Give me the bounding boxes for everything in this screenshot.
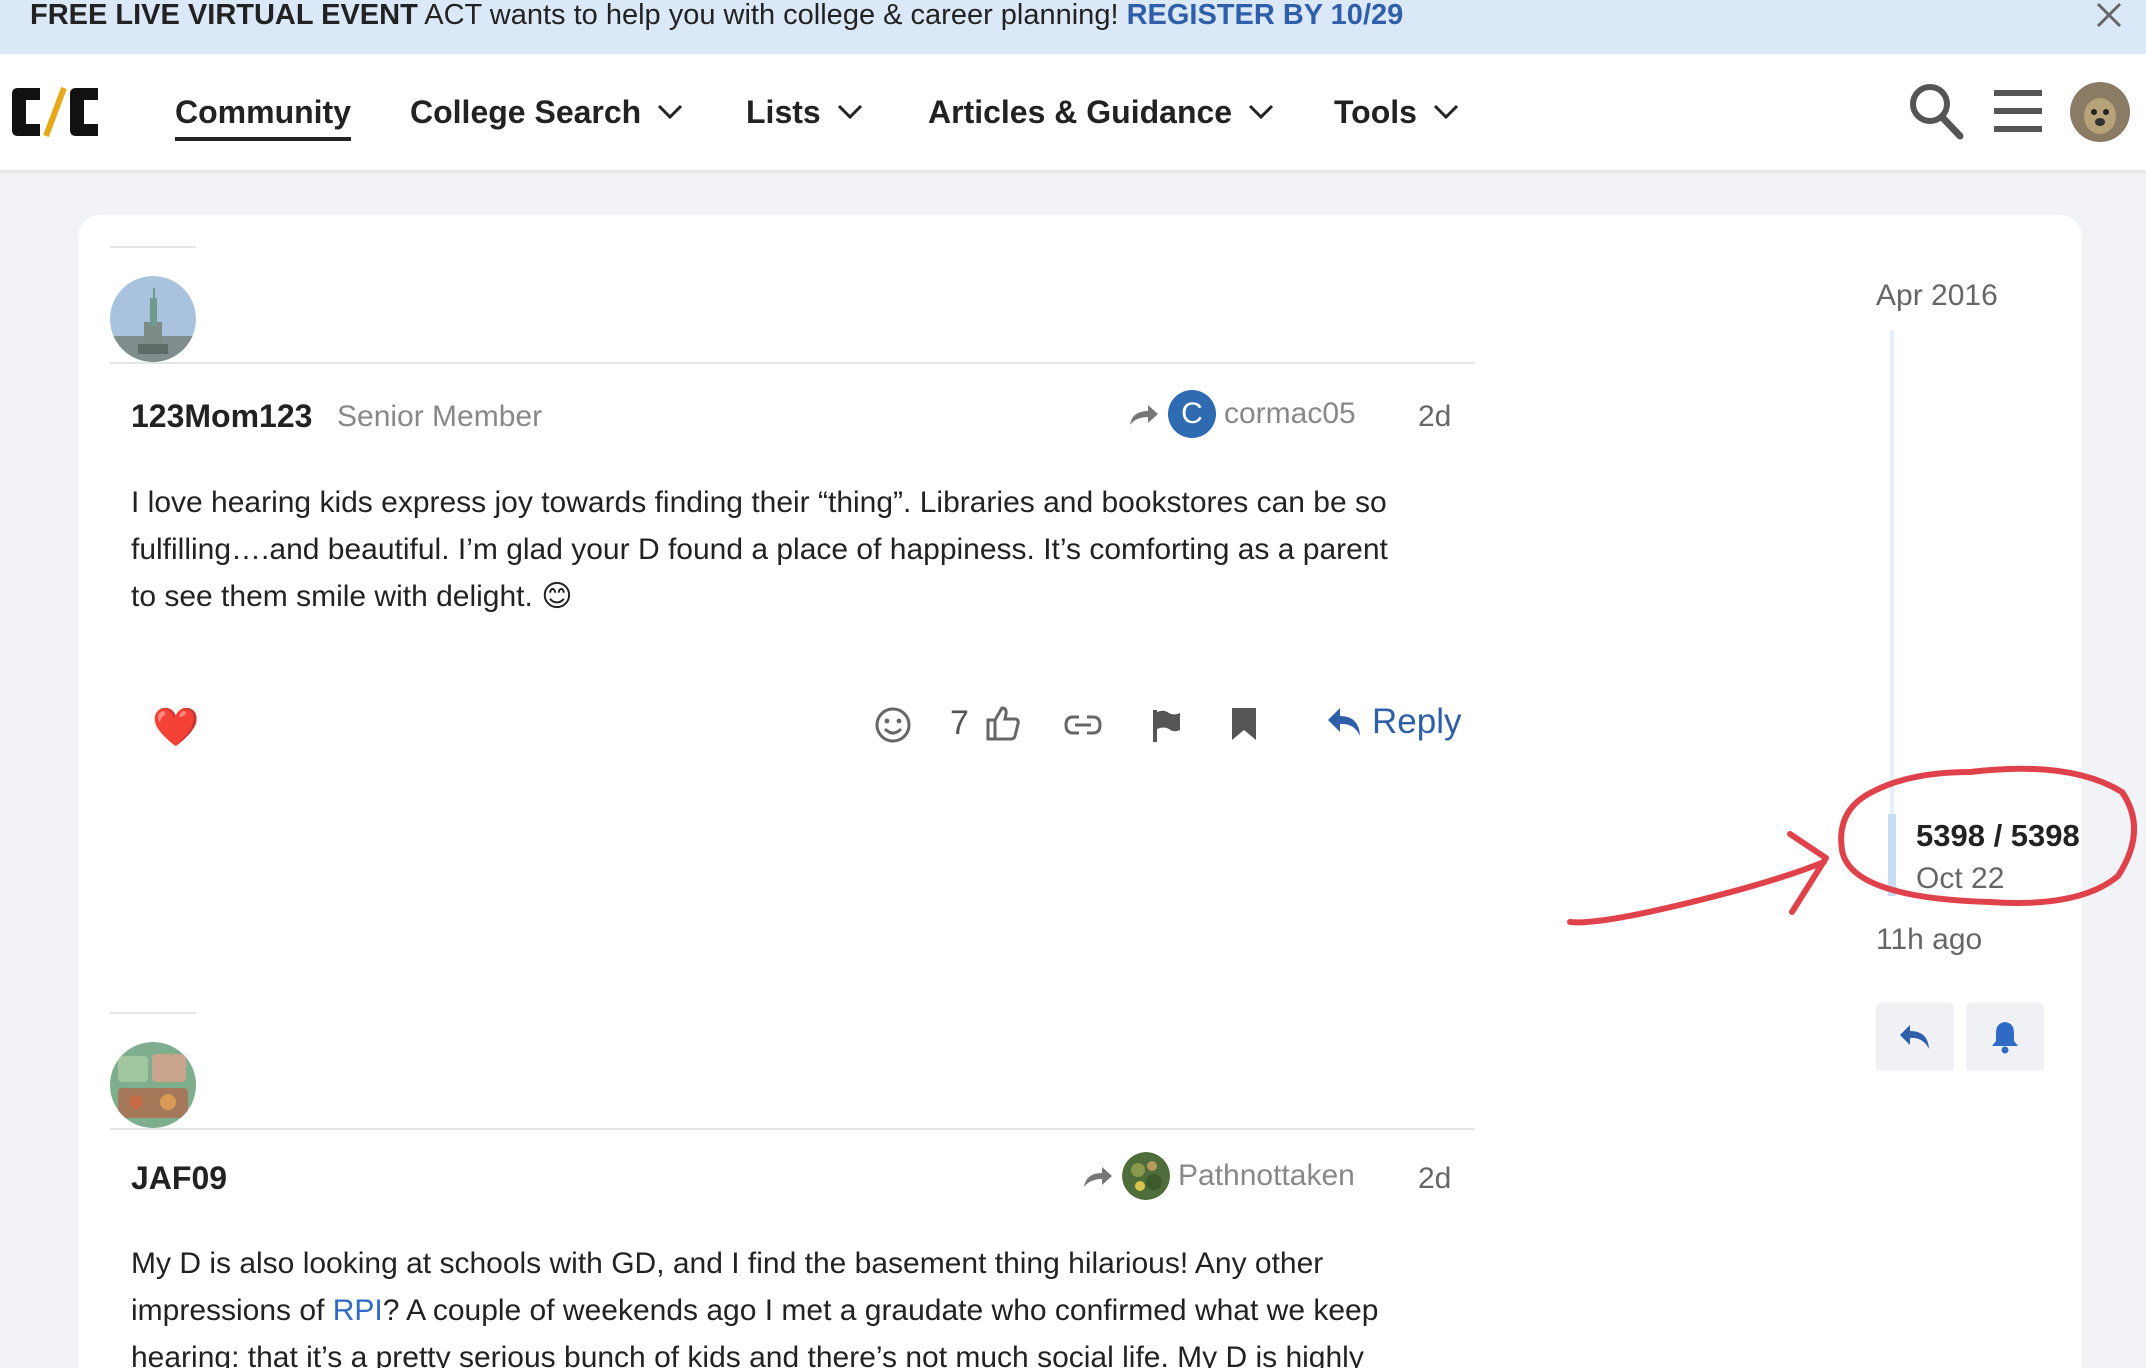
post-body-text: impressions of bbox=[131, 1294, 333, 1327]
post-avatar[interactable] bbox=[110, 1042, 196, 1128]
post-body-text: ? A couple of weekends ago I met a graud… bbox=[382, 1294, 1379, 1327]
smile-emoji: 😊 bbox=[541, 580, 573, 613]
post-body-line: hearing: that it’s a pretty serious bunc… bbox=[131, 1341, 1364, 1368]
reply-to-indicator[interactable]: Pathnottaken bbox=[1082, 1152, 1355, 1200]
like-count: 7 bbox=[950, 704, 969, 742]
post-body-line: to see them smile with delight. 😊 bbox=[131, 573, 1461, 620]
timeline-reply-button[interactable] bbox=[1876, 1003, 1954, 1071]
post-username[interactable]: 123Mom123 bbox=[131, 398, 312, 435]
reply-to-indicator[interactable]: C cormac05 bbox=[1128, 390, 1356, 438]
post-divider bbox=[110, 1128, 1475, 1130]
chevron-down-icon bbox=[1433, 104, 1459, 120]
topic-card bbox=[78, 215, 1082, 1368]
nav-tools[interactable]: Tools bbox=[1334, 90, 1459, 134]
rpi-link[interactable]: RPI bbox=[333, 1294, 383, 1327]
timeline-current-date: Oct 22 bbox=[1916, 862, 2005, 895]
user-avatar[interactable] bbox=[2070, 82, 2130, 142]
banner-event-label: FREE LIVE VIRTUAL EVENT bbox=[30, 0, 418, 31]
hamburger-menu-icon[interactable] bbox=[1994, 90, 2042, 132]
bookmark-icon[interactable] bbox=[1230, 706, 1258, 742]
post-body-line: fulfilling….and beautiful. I’m glad your… bbox=[131, 533, 1388, 566]
chevron-down-icon bbox=[837, 104, 862, 120]
timeline-last-activity[interactable]: 11h ago bbox=[1876, 923, 1982, 957]
timeline-post-position: 5398 / 5398 bbox=[1916, 818, 2080, 853]
close-icon[interactable] bbox=[2094, 0, 2124, 30]
link-icon[interactable] bbox=[1064, 712, 1102, 738]
announcement-banner: FREE LIVE VIRTUAL EVENT ACT wants to hel… bbox=[0, 0, 2146, 54]
banner-text: FREE LIVE VIRTUAL EVENT ACT wants to hel… bbox=[30, 0, 1403, 30]
banner-message: ACT wants to help you with college & car… bbox=[417, 0, 1127, 31]
post-avatar[interactable] bbox=[110, 276, 196, 362]
timeline-notification-button[interactable] bbox=[1966, 1003, 2044, 1071]
nav-community[interactable]: Community bbox=[175, 90, 351, 141]
reply-to-avatar bbox=[1122, 1152, 1170, 1200]
post-body-text: to see them smile with delight. bbox=[131, 580, 542, 613]
bell-icon bbox=[1992, 1022, 2018, 1054]
share-arrow-icon bbox=[1084, 1167, 1112, 1187]
post-body: My D is also looking at schools with GD,… bbox=[131, 1240, 1461, 1368]
post-user-title: Senior Member bbox=[337, 400, 543, 433]
nav-college-search-label: College Search bbox=[410, 93, 642, 130]
reply-arrow-icon bbox=[1900, 1025, 1929, 1049]
nav-articles-guidance-label: Articles & Guidance bbox=[928, 93, 1233, 130]
banner-register-link[interactable]: REGISTER BY 10/29 bbox=[1127, 0, 1404, 31]
reply-to-avatar: C bbox=[1168, 390, 1216, 438]
reply-to-username: cormac05 bbox=[1224, 397, 1356, 430]
reaction-heart-icon[interactable]: ❤️ bbox=[152, 706, 199, 750]
nav-community-label: Community bbox=[175, 94, 351, 141]
reply-to-username: Pathnottaken bbox=[1178, 1159, 1355, 1192]
post-divider bbox=[110, 362, 1475, 364]
nav-articles-guidance[interactable]: Articles & Guidance bbox=[928, 90, 1274, 134]
post-divider bbox=[110, 246, 196, 248]
site-header: Community College Search Lists Articles … bbox=[0, 54, 2146, 170]
nav-college-search[interactable]: College Search bbox=[410, 90, 683, 134]
post-divider bbox=[110, 1012, 196, 1014]
share-arrow-icon bbox=[1130, 405, 1158, 425]
search-icon[interactable] bbox=[1908, 82, 1964, 140]
flag-icon[interactable] bbox=[1152, 708, 1182, 744]
nav-lists-label: Lists bbox=[746, 93, 821, 130]
chevron-down-icon bbox=[1249, 104, 1274, 120]
reply-arrow-icon bbox=[1328, 708, 1360, 736]
reply-button[interactable]: Reply bbox=[1326, 702, 1461, 742]
timeline-start-date[interactable]: Apr 2016 bbox=[1876, 279, 1998, 313]
timeline-track[interactable] bbox=[1890, 330, 1894, 814]
chevron-down-icon bbox=[658, 104, 683, 120]
post-body-line: My D is also looking at schools with GD,… bbox=[131, 1247, 1324, 1280]
timeline-scroll-handle[interactable] bbox=[1888, 814, 1896, 896]
nav-lists[interactable]: Lists bbox=[746, 90, 863, 134]
post-body: I love hearing kids express joy towards … bbox=[131, 479, 1461, 620]
cc-logo[interactable] bbox=[10, 84, 100, 140]
post-body-line: I love hearing kids express joy towards … bbox=[131, 486, 1387, 519]
thumbs-up-icon[interactable] bbox=[984, 704, 1022, 742]
post-date[interactable]: 2d bbox=[1418, 400, 1451, 434]
post-date[interactable]: 2d bbox=[1418, 1162, 1451, 1196]
post-body-line: impressions of RPI? A couple of weekends… bbox=[131, 1287, 1461, 1334]
emoji-reaction-icon[interactable] bbox=[874, 706, 912, 744]
nav-tools-label: Tools bbox=[1334, 93, 1417, 130]
post-username[interactable]: JAF09 bbox=[131, 1160, 227, 1197]
reply-button-label: Reply bbox=[1372, 702, 1462, 741]
